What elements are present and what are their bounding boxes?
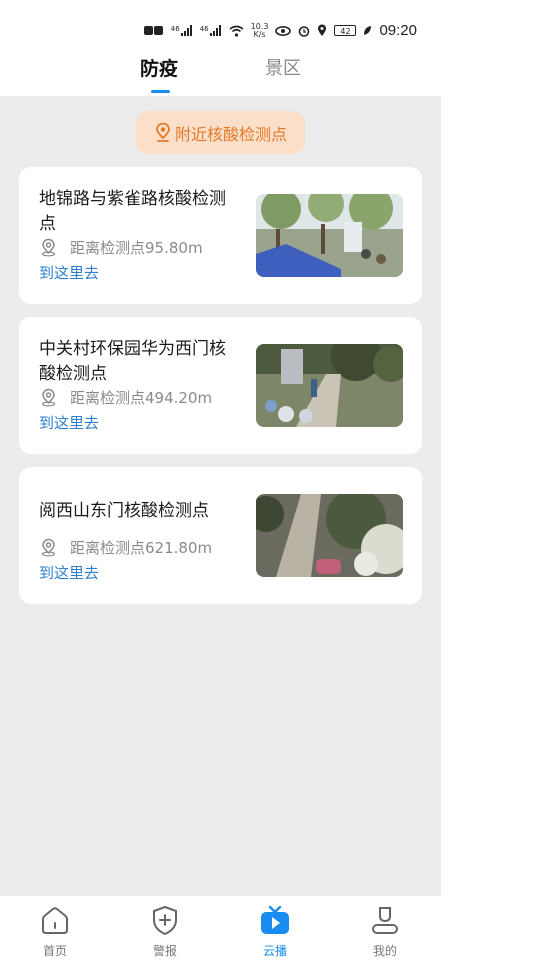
- battery-icon: 42: [334, 25, 357, 36]
- app-screen: 46 46 10.3 K/s 42 09:20 防疫 景区 附近核酸检测点 地锦…: [0, 0, 441, 960]
- alarm-icon: [299, 25, 310, 37]
- wifi-icon: [229, 25, 244, 37]
- site-name: 阅西山东门核酸检测点: [39, 501, 209, 521]
- person-icon: [372, 907, 398, 934]
- nav-label: 警报: [152, 944, 177, 958]
- eye-icon: [275, 25, 292, 36]
- nav-cloud-broadcast[interactable]: 云播: [245, 904, 305, 959]
- tab-epidemic[interactable]: 防疫: [140, 54, 178, 81]
- tv-play-icon: [261, 905, 289, 934]
- tab-scenic[interactable]: 景区: [265, 54, 301, 80]
- location-outline-icon: [41, 388, 56, 407]
- navigate-link[interactable]: 到这里去: [39, 562, 99, 583]
- status-bar: 46 46 10.3 K/s 42 09:20: [0, 0, 441, 44]
- site-distance: 距离检测点621.80m: [70, 539, 213, 557]
- site-distance-row: 距离检测点494.20m: [39, 387, 212, 408]
- site-distance: 距离检测点95.80m: [70, 239, 203, 257]
- bottom-navigation: 首页 警报 云播 我的: [0, 896, 441, 960]
- site-name: 地锦路与紫雀路核酸检测点: [39, 189, 226, 234]
- status-icons: 46 46 10.3 K/s 42 09:20: [143, 21, 417, 39]
- navigate-link[interactable]: 到这里去: [39, 262, 99, 283]
- active-tab-indicator: [151, 90, 170, 93]
- nav-mine[interactable]: 我的: [355, 904, 415, 959]
- nearby-button-label: 附近核酸检测点: [174, 124, 287, 144]
- site-distance: 距离检测点494.20m: [70, 389, 213, 407]
- hd-icon: [143, 26, 163, 35]
- navigate-link[interactable]: 到这里去: [39, 412, 99, 433]
- signal-2-icon: 46: [200, 25, 222, 36]
- test-site-card[interactable]: 地锦路与紫雀路核酸检测点 距离检测点95.80m 到这里去: [19, 167, 422, 304]
- leaf-icon: [364, 26, 372, 35]
- site-distance-row: 距离检测点95.80m: [39, 237, 203, 258]
- site-photo[interactable]: [256, 344, 403, 427]
- test-site-card[interactable]: 阅西山东门核酸检测点 距离检测点621.80m 到这里去: [19, 467, 422, 604]
- signal-1-icon: 46: [171, 25, 193, 36]
- location-icon: [318, 24, 327, 36]
- site-photo[interactable]: [256, 494, 403, 577]
- location-pin-icon: [156, 122, 170, 142]
- network-speed: 10.3 K/s: [250, 21, 269, 39]
- nearby-test-sites-button[interactable]: 附近核酸检测点: [136, 111, 305, 154]
- clock: 09:20: [379, 22, 417, 39]
- nav-label: 云播: [262, 944, 287, 958]
- home-icon: [42, 907, 68, 934]
- site-name: 中关村环保园华为西门核酸检测点: [39, 339, 226, 384]
- test-site-card[interactable]: 中关村环保园华为西门核酸检测点 距离检测点494.20m 到这里去: [19, 317, 422, 454]
- site-photo[interactable]: [256, 194, 403, 277]
- location-outline-icon: [41, 238, 56, 257]
- shield-plus-icon: [153, 905, 177, 936]
- nav-label: 我的: [372, 944, 397, 958]
- site-distance-row: 距离检测点621.80m: [39, 537, 212, 558]
- nav-alert[interactable]: 警报: [135, 904, 195, 959]
- top-tabs: 防疫 景区: [0, 44, 441, 96]
- nav-label: 首页: [42, 944, 67, 958]
- location-outline-icon: [41, 538, 56, 557]
- nav-home[interactable]: 首页: [25, 904, 85, 959]
